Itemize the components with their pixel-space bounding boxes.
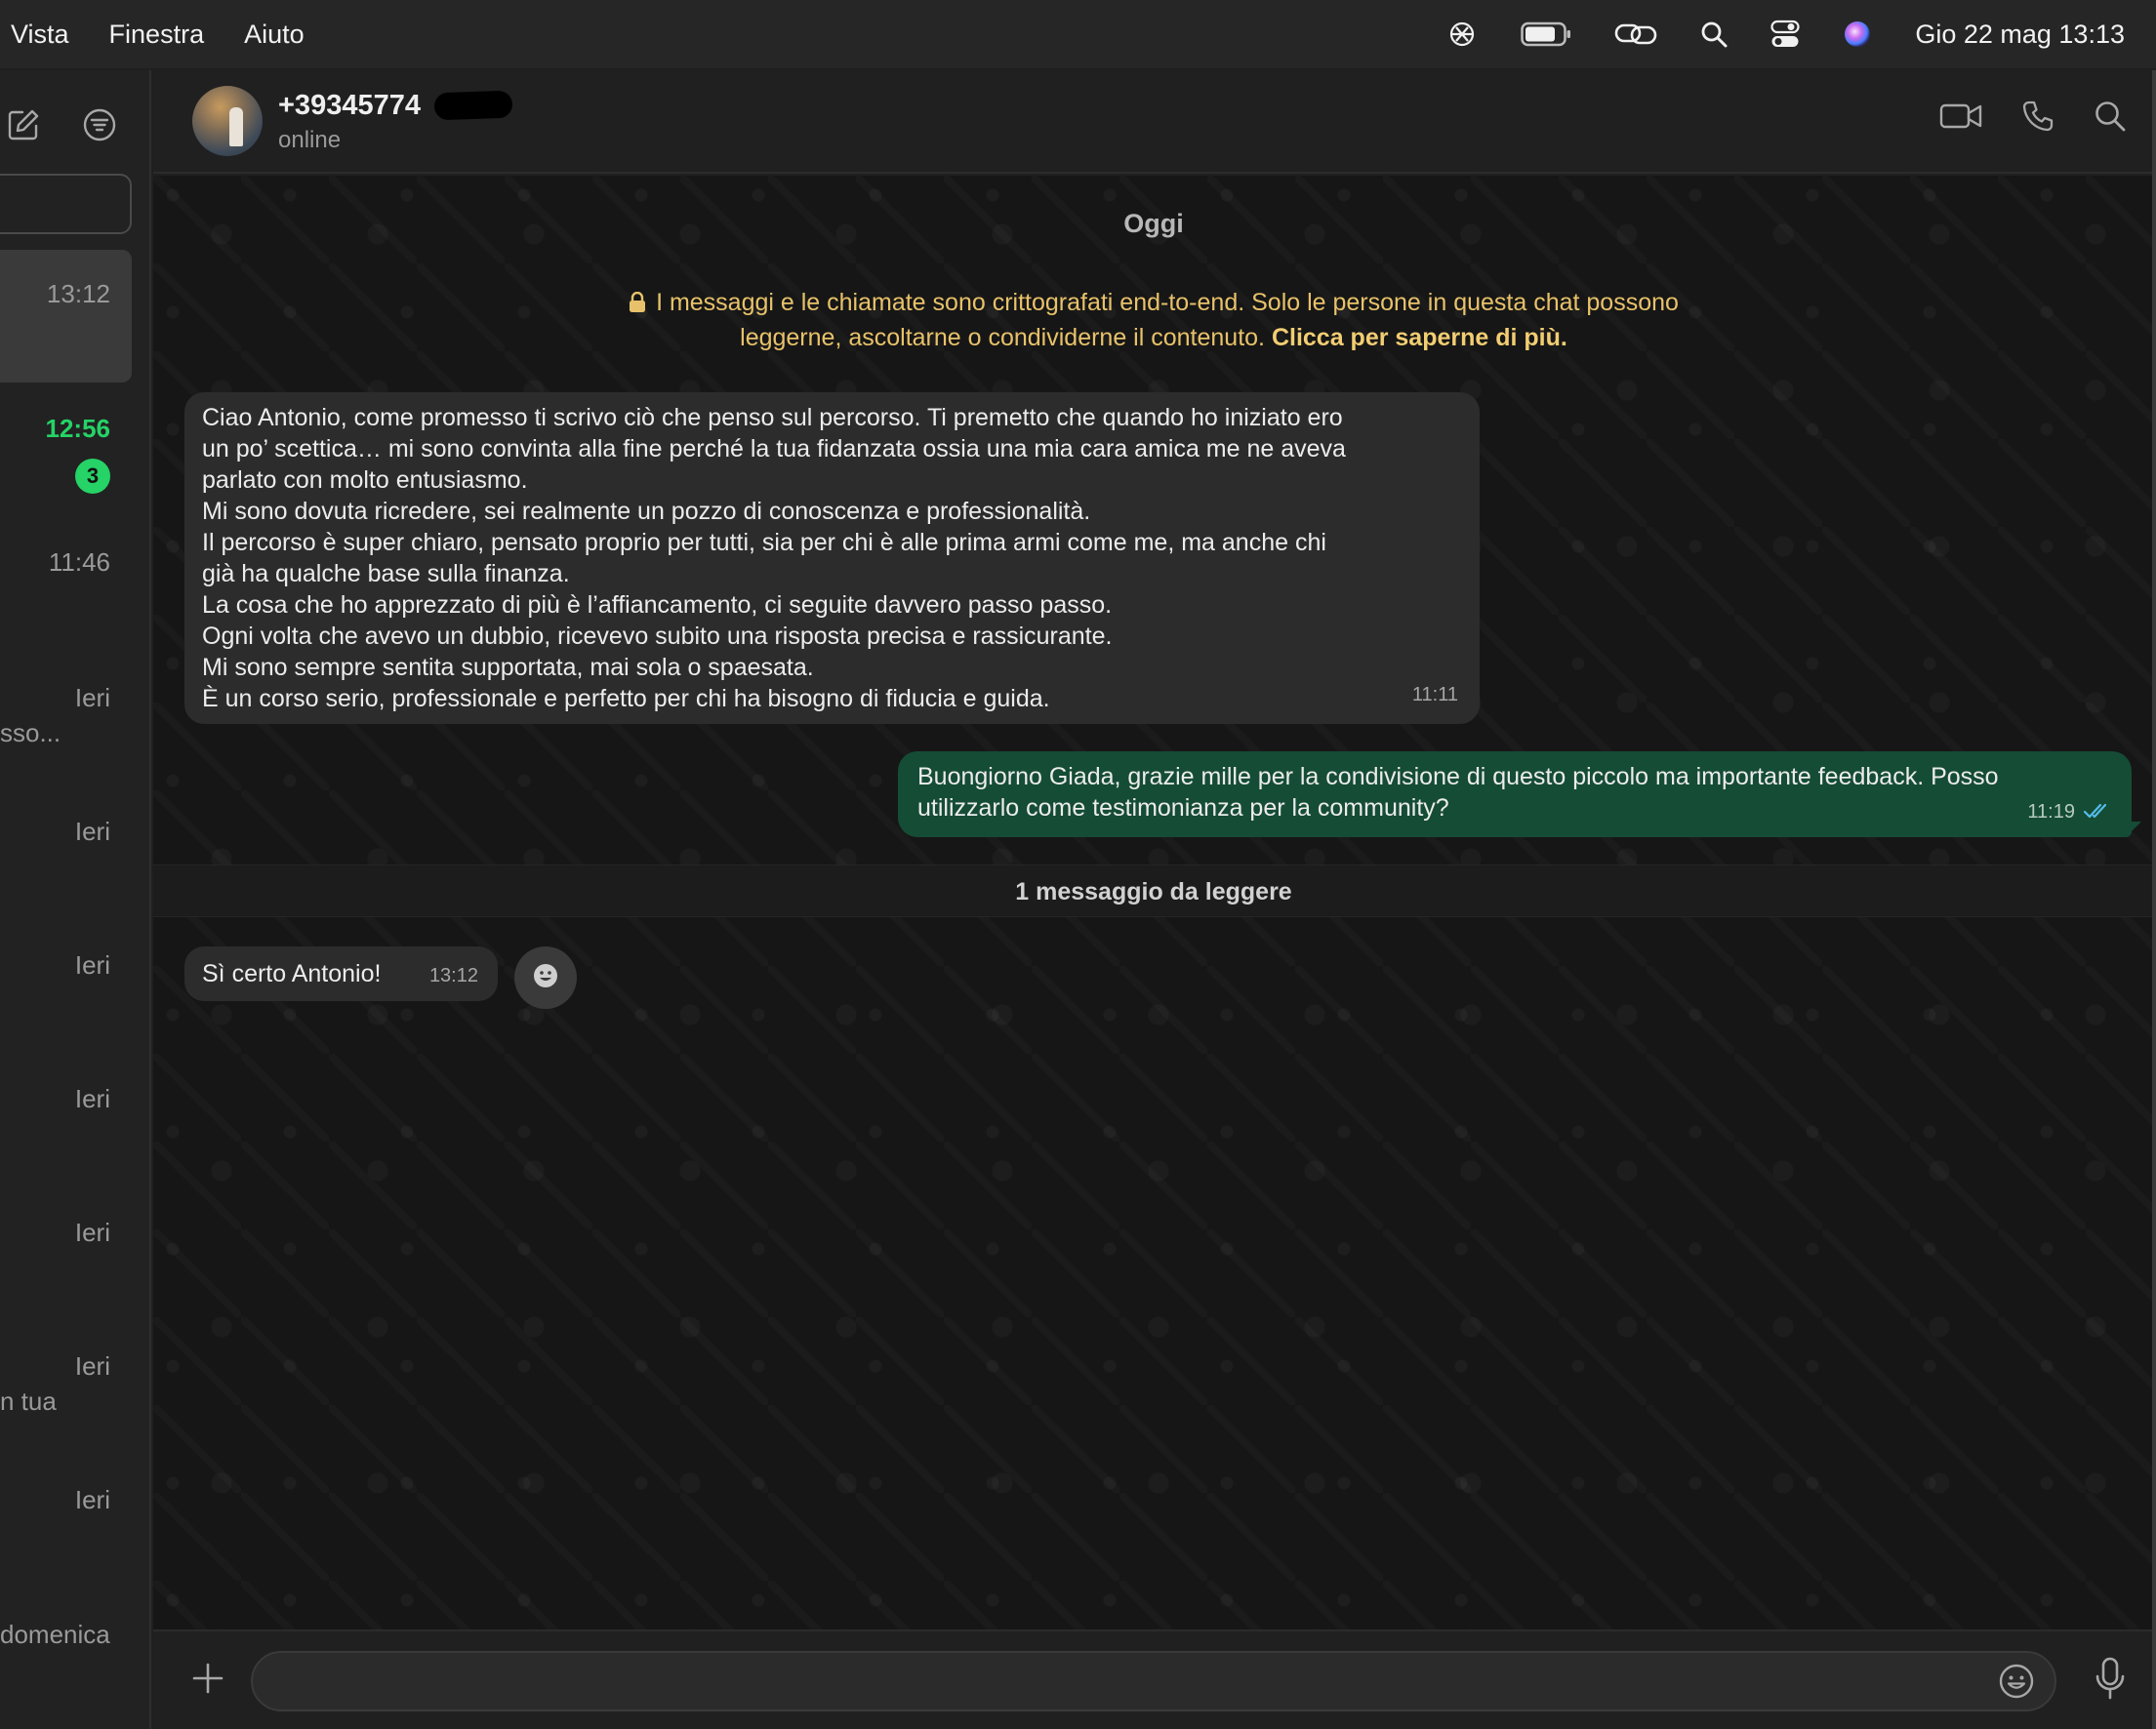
plus-icon[interactable]	[184, 1655, 231, 1702]
unread-messages-divider: 1 messaggio da leggere	[153, 864, 2154, 917]
macos-menu-bar: Vista Finestra Aiuto Gio 22 mag 13:13	[0, 0, 2156, 68]
day-separator: Oggi	[1123, 209, 1184, 238]
chat-search-input[interactable]	[0, 174, 132, 234]
chat-row-time[interactable]: Ieri	[75, 817, 110, 847]
sidebar-toolbar	[0, 103, 149, 152]
reaction-button[interactable]	[514, 946, 577, 1009]
chat-row-time[interactable]: Ieri	[75, 1351, 110, 1382]
filter-icon[interactable]	[82, 107, 117, 147]
bubble-tail	[2126, 822, 2141, 837]
contact-name[interactable]: +39345774	[278, 90, 421, 122]
outgoing-message-bubble[interactable]: Buongiorno Giada, grazie mille per la co…	[898, 751, 2132, 837]
message-line: Ogni volta che avevo un dubbio, ricevevo…	[202, 623, 1113, 650]
control-center-icon[interactable]	[1770, 20, 1800, 49]
encryption-notice-line2: leggerne, ascoltarne o condividerne il c…	[740, 324, 1265, 351]
message-line: un po’ scettica… mi sono convinta alla f…	[202, 435, 1346, 462]
chat-row-time[interactable]: Ieri	[75, 683, 110, 713]
window-edge	[2152, 70, 2156, 1729]
message-timestamp: 11:19	[2027, 801, 2075, 823]
message-input[interactable]	[251, 1651, 2056, 1711]
chat-row-snippet[interactable]: n tua	[0, 1387, 57, 1417]
link-icon[interactable]	[1614, 20, 1657, 49]
emoji-icon[interactable]	[1998, 1663, 2035, 1700]
chat-row-snippet[interactable]: domenica	[0, 1620, 110, 1650]
spotlight-search-icon[interactable]	[1700, 20, 1728, 48]
lock-icon	[629, 290, 646, 322]
encryption-notice[interactable]: I messaggi e le chiamate sono crittograf…	[153, 287, 2154, 354]
chat-row-time[interactable]: Ieri	[75, 1485, 110, 1515]
video-call-icon[interactable]	[1939, 101, 1982, 131]
header-actions	[1900, 100, 2127, 133]
chat-row-time[interactable]: 13:12	[47, 279, 110, 309]
incoming-message-bubble[interactable]: Ciao Antonio, come promesso ti scrivo ci…	[184, 392, 1480, 724]
chat-row-snippet[interactable]: sso...	[0, 718, 61, 748]
chat-list-sidebar: 13:12 12:56 3 11:46 Ieri sso... Ieri Ier…	[0, 70, 151, 1729]
encryption-notice-line1: I messaggi e le chiamate sono crittograf…	[656, 289, 1679, 316]
message-line: utilizzarlo come testimonianza per la co…	[917, 794, 1449, 822]
contact-status: online	[278, 127, 342, 153]
menu-vista[interactable]: Vista	[11, 20, 69, 50]
conversation-pane[interactable]: Oggi I messaggi e le chiamate sono critt…	[153, 176, 2154, 1629]
message-line: Mi sono dovuta ricredere, sei realmente …	[202, 498, 1091, 525]
learn-more-link[interactable]: Clicca per saperne di più.	[1272, 324, 1567, 351]
message-timestamp: 13:12	[428, 965, 478, 986]
chat-row-time[interactable]: 11:46	[49, 547, 110, 578]
message-line: parlato con molto entusiasmo.	[202, 466, 528, 494]
chat-header: +39345774 online	[153, 70, 2154, 174]
app-menus: Vista Finestra Aiuto	[0, 20, 334, 50]
incoming-message-bubble[interactable]: Sì certo Antonio! 13:12	[184, 946, 498, 1001]
message-timestamp: 11:11	[1411, 684, 1458, 705]
message-line: Buongiorno Giada, grazie mille per la co…	[917, 763, 1999, 790]
chat-row-time[interactable]: Ieri	[75, 1084, 110, 1114]
message-line: già ha qualche base sulla finanza.	[202, 560, 570, 587]
message-line: Il percorso è super chiaro, pensato prop…	[202, 529, 1326, 556]
microphone-icon[interactable]	[2094, 1657, 2127, 1702]
redaction-mark	[433, 90, 513, 121]
message-composer	[153, 1629, 2154, 1729]
compose-icon[interactable]	[6, 107, 41, 147]
message-line: La cosa che ho apprezzato di più è l’aff…	[202, 591, 1113, 619]
smiley-reaction-icon	[532, 962, 559, 994]
siri-icon[interactable]	[1843, 20, 1872, 49]
battery-icon[interactable]	[1521, 20, 1571, 48]
menu-aiuto[interactable]: Aiuto	[244, 20, 305, 50]
selected-chat-row[interactable]	[0, 250, 132, 382]
message-line: Mi sono sempre sentita supportata, mai s…	[202, 654, 814, 681]
menu-bar-clock[interactable]: Gio 22 mag 13:13	[1915, 20, 2125, 50]
menu-finestra[interactable]: Finestra	[109, 20, 205, 50]
message-line: È un corso serio, professionale e perfet…	[202, 685, 1050, 712]
message-text: Sì certo Antonio!	[202, 960, 382, 987]
chatgpt-icon[interactable]	[1446, 19, 1478, 50]
voice-call-icon[interactable]	[2021, 100, 2054, 133]
chat-row-time[interactable]: Ieri	[75, 1218, 110, 1248]
search-icon[interactable]	[2094, 100, 2127, 133]
contact-avatar[interactable]	[192, 86, 263, 156]
chat-row-time[interactable]: Ieri	[75, 950, 110, 981]
chat-row-time-unread[interactable]: 12:56	[46, 414, 111, 444]
read-receipt-icon	[2083, 796, 2112, 827]
message-line: Ciao Antonio, come promesso ti scrivo ci…	[202, 404, 1343, 431]
unread-count-badge: 3	[75, 459, 110, 494]
status-area: Gio 22 mag 13:13	[1403, 0, 2125, 68]
